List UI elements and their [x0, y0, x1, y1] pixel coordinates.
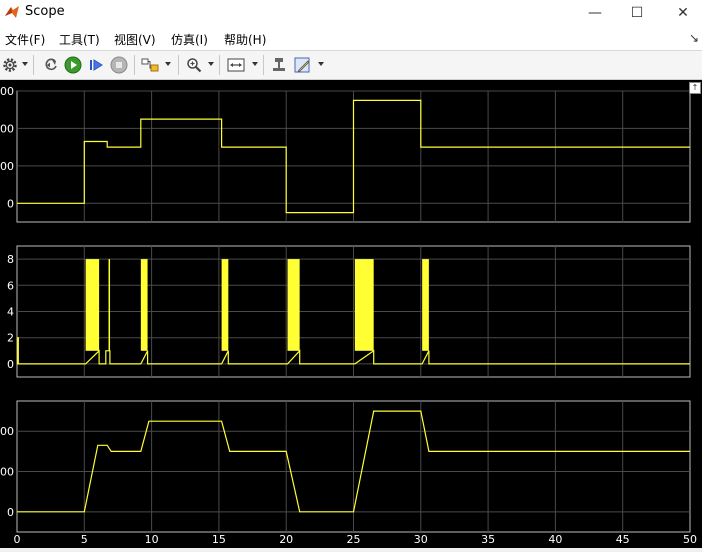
zoom-icon [187, 58, 202, 73]
x-tick-label: 5 [81, 533, 88, 546]
toolbar-separator [178, 55, 179, 75]
minimize-icon: — [588, 5, 602, 21]
toolbar [0, 51, 702, 80]
scope-charts: 6004002000864204002000051015202530354045… [0, 85, 697, 546]
x-tick-label: 45 [616, 533, 630, 546]
menu-bar: 文件(F) 工具(T) 视图(V) 仿真(I) 帮助(H) ↘ [0, 26, 702, 51]
y-tick-label: 4 [7, 306, 14, 319]
y-tick-label: 400 [0, 122, 14, 135]
stop-icon [110, 56, 128, 74]
run-button[interactable] [64, 56, 82, 74]
matlab-icon [5, 6, 19, 18]
gear-icon [3, 58, 17, 72]
stop-button[interactable] [110, 56, 128, 74]
signal-properties-button[interactable] [294, 56, 312, 74]
insert-icon [273, 58, 285, 71]
x-tick-label: 0 [14, 533, 21, 546]
properties-dropdown[interactable] [318, 62, 324, 66]
minimize-button[interactable]: — [572, 0, 618, 26]
y-tick-label: 0 [7, 358, 14, 371]
window-title: Scope [25, 4, 65, 19]
step-back-button[interactable] [42, 56, 60, 74]
y-tick-label: 0 [7, 197, 14, 210]
zoom-button[interactable] [185, 56, 203, 74]
title-bar: Scope — ☐ ✕ [0, 0, 702, 26]
y-tick-label: 6 [7, 279, 14, 292]
y-tick-label: 600 [0, 85, 14, 98]
toolbar-separator [134, 55, 135, 75]
highlight-block-button[interactable] [141, 56, 159, 74]
maximize-icon: ☐ [630, 5, 644, 21]
y-tick-label: 200 [0, 466, 14, 479]
x-tick-label: 30 [414, 533, 428, 546]
scope-plot-area: 6004002000864204002000051015202530354045… [0, 80, 702, 548]
highlight-icon [141, 58, 159, 72]
x-tick-label: 20 [279, 533, 293, 546]
y-tick-label: 2 [7, 332, 14, 345]
menu-tools[interactable]: 工具(T) [59, 31, 100, 48]
x-tick-label: 15 [212, 533, 226, 546]
signal-burst [108, 259, 111, 351]
scale-axes-icon [227, 58, 245, 72]
toolbar-separator [33, 55, 34, 75]
signal-burst [422, 259, 429, 351]
rewind-step-icon [45, 58, 57, 71]
signal-burst [287, 259, 300, 351]
highlight-dropdown[interactable] [165, 62, 171, 66]
scale-axes-button[interactable] [227, 56, 245, 74]
y-tick-label: 8 [7, 253, 14, 266]
run-icon [64, 56, 82, 74]
step-forward-button[interactable] [87, 56, 105, 74]
y-tick-label: 200 [0, 160, 14, 173]
close-icon: ✕ [677, 5, 689, 21]
signal-burst [85, 259, 100, 351]
close-button[interactable]: ✕ [660, 0, 702, 26]
x-tick-label: 10 [145, 533, 159, 546]
signal-burst [140, 259, 148, 351]
x-tick-label: 25 [347, 533, 361, 546]
settings-dropdown[interactable] [22, 62, 28, 66]
menu-help[interactable]: 帮助(H) [224, 31, 266, 48]
toolbar-separator [263, 55, 264, 75]
zoom-dropdown[interactable] [208, 62, 214, 66]
y-tick-label: 0 [7, 506, 14, 519]
measurement-button[interactable] [270, 56, 288, 74]
maximize-button[interactable]: ☐ [614, 0, 660, 26]
menu-file[interactable]: 文件(F) [5, 31, 45, 48]
menu-simulation[interactable]: 仿真(I) [171, 31, 208, 48]
toolbar-separator [219, 55, 220, 75]
scale-dropdown[interactable] [252, 62, 258, 66]
settings-button[interactable] [1, 56, 19, 74]
y-tick-label: 400 [0, 425, 14, 438]
menu-view[interactable]: 视图(V) [114, 31, 156, 48]
signal-burst [221, 259, 229, 351]
x-tick-label: 35 [481, 533, 495, 546]
step-forward-icon [90, 59, 103, 71]
pen-icon [294, 57, 310, 73]
undock-button[interactable]: ↑ [689, 82, 701, 94]
x-tick-label: 40 [548, 533, 562, 546]
dock-arrow-icon[interactable]: ↘ [689, 31, 699, 45]
x-tick-label: 50 [683, 533, 697, 546]
signal-burst [354, 259, 374, 351]
